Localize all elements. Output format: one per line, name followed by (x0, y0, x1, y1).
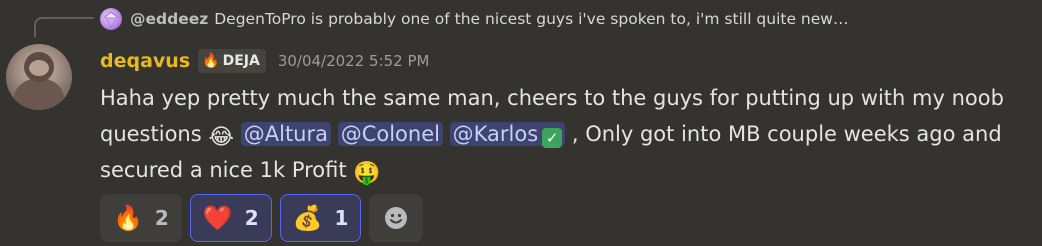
reaction-count: 2 (244, 206, 259, 230)
add-reaction-button[interactable] (369, 194, 424, 242)
gem-icon (104, 11, 118, 27)
message-content: Haha yep pretty much the same man, cheer… (100, 80, 1020, 188)
avatar[interactable] (6, 44, 72, 110)
author-username[interactable]: deqavus (100, 50, 190, 72)
reply-text[interactable]: DegenToPro is probably one of the nicest… (214, 10, 848, 28)
check-mark-icon: ✓ (542, 128, 563, 148)
avatar-face-shape (29, 60, 49, 76)
reply-username[interactable]: @eddeez (130, 10, 208, 28)
money-mouth-emoji-icon[interactable]: 🤑 (353, 163, 380, 185)
reply-preview[interactable]: @eddeez DegenToPro is probably one of th… (100, 6, 848, 32)
mention-karlos-label: @Karlos (452, 122, 539, 146)
reactions-bar: 🔥 2 ❤️ 2 💰 1 (100, 194, 424, 242)
reaction-count: 1 (334, 206, 349, 230)
message-header: deqavus 🔥 DEJA 30/04/2022 5:52 PM (100, 46, 429, 76)
money-bag-icon: 💰 (292, 204, 323, 232)
mention-karlos[interactable]: @Karlos ✓ (449, 122, 566, 148)
fire-icon: 🔥 (113, 204, 143, 232)
reaction-heart[interactable]: ❤️ 2 (189, 194, 272, 242)
flame-icon: 🔥 (202, 53, 220, 69)
reaction-fire[interactable]: 🔥 2 (100, 194, 182, 242)
smiley-face-icon (385, 207, 408, 229)
reply-connector-line (34, 17, 94, 37)
mention-colonel[interactable]: @Colonel (337, 122, 443, 146)
message-timestamp[interactable]: 30/04/2022 5:52 PM (278, 52, 430, 70)
heart-icon: ❤️ (202, 204, 233, 232)
role-badge[interactable]: 🔥 DEJA (198, 49, 266, 73)
mention-altura[interactable]: @Altura (240, 122, 331, 146)
reaction-money-bag[interactable]: 💰 1 (279, 194, 362, 242)
joy-emoji-icon[interactable]: 😂 (208, 127, 234, 149)
reply-avatar[interactable] (100, 8, 122, 30)
reaction-count: 2 (154, 206, 169, 230)
badge-label: DEJA (222, 53, 260, 69)
avatar-body-shape (14, 78, 64, 110)
